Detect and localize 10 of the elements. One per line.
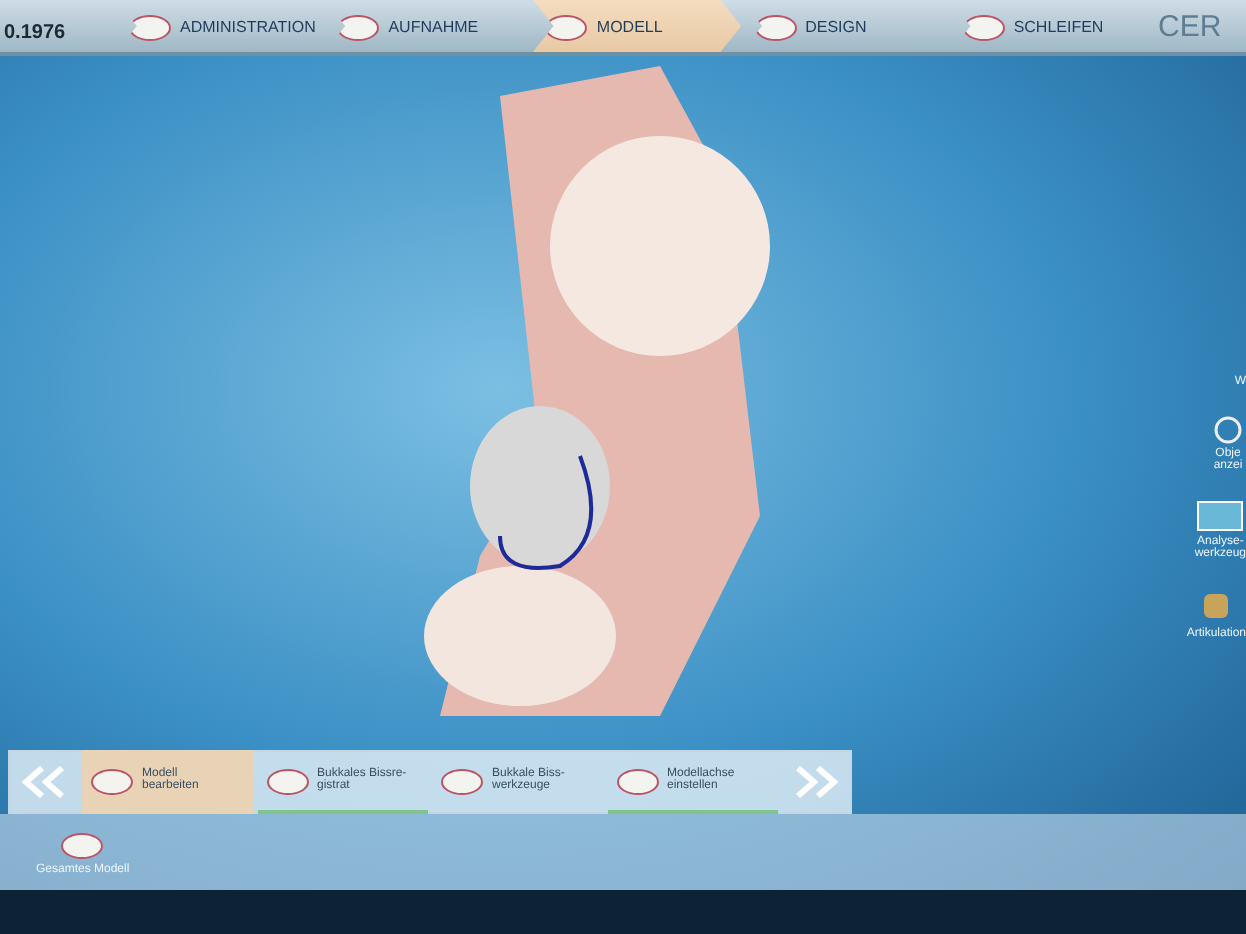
brand-logo: CER xyxy=(1158,9,1224,43)
phase-tab[interactable]: SCHLEIFEN xyxy=(949,0,1159,52)
patient-id: 0.1976 xyxy=(2,22,68,48)
phase-tab[interactable]: ADMINISTRATION xyxy=(116,0,325,52)
back-arrow-icon[interactable] xyxy=(18,762,70,802)
phase-tab[interactable]: AUFNAHME xyxy=(324,0,533,52)
phase-tab[interactable]: MODELL xyxy=(532,0,742,52)
forward-arrow-icon[interactable] xyxy=(790,762,842,802)
monitor-icon[interactable] xyxy=(1196,500,1245,532)
phase-tab[interactable]: DESIGN xyxy=(741,0,950,52)
